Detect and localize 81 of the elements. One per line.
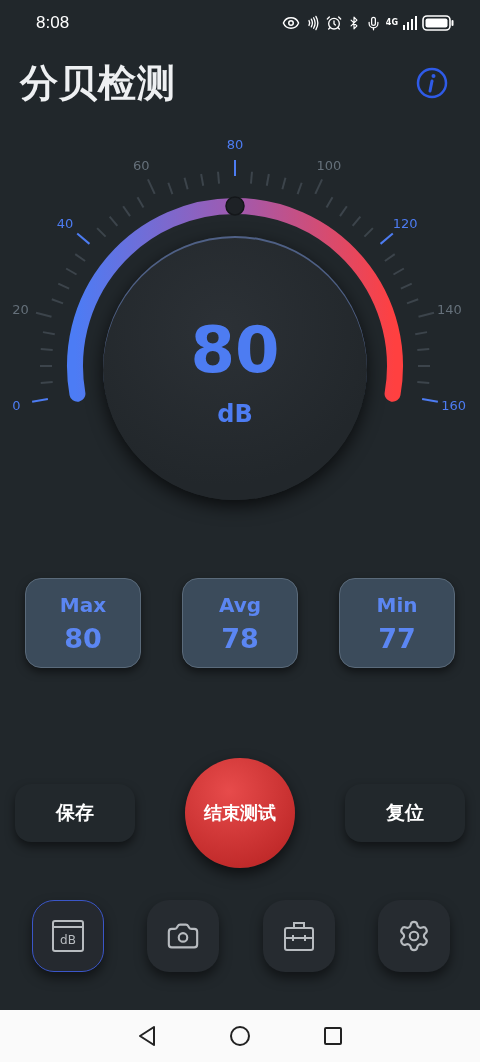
scale-tick xyxy=(416,348,431,352)
scale-tick xyxy=(41,331,56,336)
stat-value: 77 xyxy=(378,622,416,654)
stat-label: Max xyxy=(59,592,107,617)
scale-tick xyxy=(50,298,65,305)
scale-tick xyxy=(383,253,396,263)
scale-tick xyxy=(31,398,49,403)
decibel-reading: 80 xyxy=(190,318,280,382)
scale-label: 160 xyxy=(441,397,467,413)
scale-tick xyxy=(96,227,107,238)
scale-tick xyxy=(417,365,431,367)
scale-tick xyxy=(39,380,54,384)
scale-label: 40 xyxy=(56,216,74,232)
decibel-meter-icon: dB xyxy=(51,919,85,953)
scale-tick xyxy=(392,267,405,276)
scale-tick xyxy=(122,205,132,218)
scale-tick xyxy=(65,267,78,276)
stat-value: 80 xyxy=(64,622,102,654)
scale-tick xyxy=(296,181,303,196)
scale-tick xyxy=(421,398,439,403)
microphone-icon xyxy=(365,15,381,31)
nav-tab[interactable]: dB xyxy=(32,900,104,972)
alarm-icon xyxy=(325,15,342,31)
network-type: 4G xyxy=(385,19,398,27)
scale-tick xyxy=(249,170,253,185)
scale-tick xyxy=(265,172,270,187)
gauge-indicator xyxy=(225,196,245,216)
scale-label: 20 xyxy=(12,301,29,317)
signal-icon xyxy=(403,16,417,30)
scale-tick xyxy=(399,282,413,290)
scale-tick xyxy=(108,215,119,227)
settings-icon xyxy=(397,919,431,953)
nav-tab[interactable] xyxy=(147,900,220,972)
nav-tab[interactable] xyxy=(378,900,450,972)
stat-value: 78 xyxy=(221,622,259,654)
scale-tick xyxy=(351,215,362,227)
scale-tick xyxy=(76,232,91,245)
scale-tick xyxy=(416,380,431,384)
stat-label: Avg xyxy=(218,592,262,617)
scale-tick xyxy=(74,253,87,263)
scale-tick xyxy=(281,176,287,191)
recents-icon[interactable] xyxy=(323,1026,343,1046)
battery-icon xyxy=(422,15,454,31)
stat-label: Min xyxy=(376,592,418,617)
scale-tick xyxy=(35,311,53,318)
scale-label: 80 xyxy=(226,137,244,152)
scale-label: 120 xyxy=(392,216,418,232)
scale-tick xyxy=(414,331,429,336)
scale-tick xyxy=(417,311,435,318)
home-icon[interactable] xyxy=(229,1025,251,1047)
scale-tick xyxy=(363,227,374,238)
action-button[interactable]: 保存 xyxy=(15,784,135,842)
scale-tick xyxy=(338,205,348,218)
scale-tick xyxy=(200,172,205,187)
scale-tick xyxy=(39,365,53,367)
scale-label: 0 xyxy=(12,397,21,413)
toolbox-icon xyxy=(281,919,316,953)
app-title: 分贝检测 xyxy=(20,59,176,107)
unit-label: dB xyxy=(217,400,253,428)
back-icon[interactable] xyxy=(137,1025,157,1047)
status-time: 8:08 xyxy=(36,13,70,33)
eye-icon xyxy=(281,14,300,32)
action-button[interactable]: 复位 xyxy=(345,784,465,842)
scale-label: 140 xyxy=(437,301,462,317)
scale-tick xyxy=(379,232,394,245)
scale-tick xyxy=(183,176,189,191)
nav-tab[interactable] xyxy=(262,900,335,972)
scale-tick xyxy=(136,196,145,209)
scale-tick xyxy=(167,181,174,196)
scale-tick xyxy=(146,178,156,195)
scale-label: 60 xyxy=(132,157,150,173)
scale-tick xyxy=(217,170,221,185)
scale-tick xyxy=(39,348,54,352)
scale-tick xyxy=(314,178,324,195)
scale-tick xyxy=(325,196,334,209)
scale-tick xyxy=(234,159,236,177)
stop-test-button[interactable]: 结束测试 xyxy=(185,758,295,868)
scale-tick xyxy=(57,282,71,290)
scale-label: 100 xyxy=(316,157,342,173)
scale-tick xyxy=(405,298,420,305)
info-icon[interactable] xyxy=(416,67,448,99)
